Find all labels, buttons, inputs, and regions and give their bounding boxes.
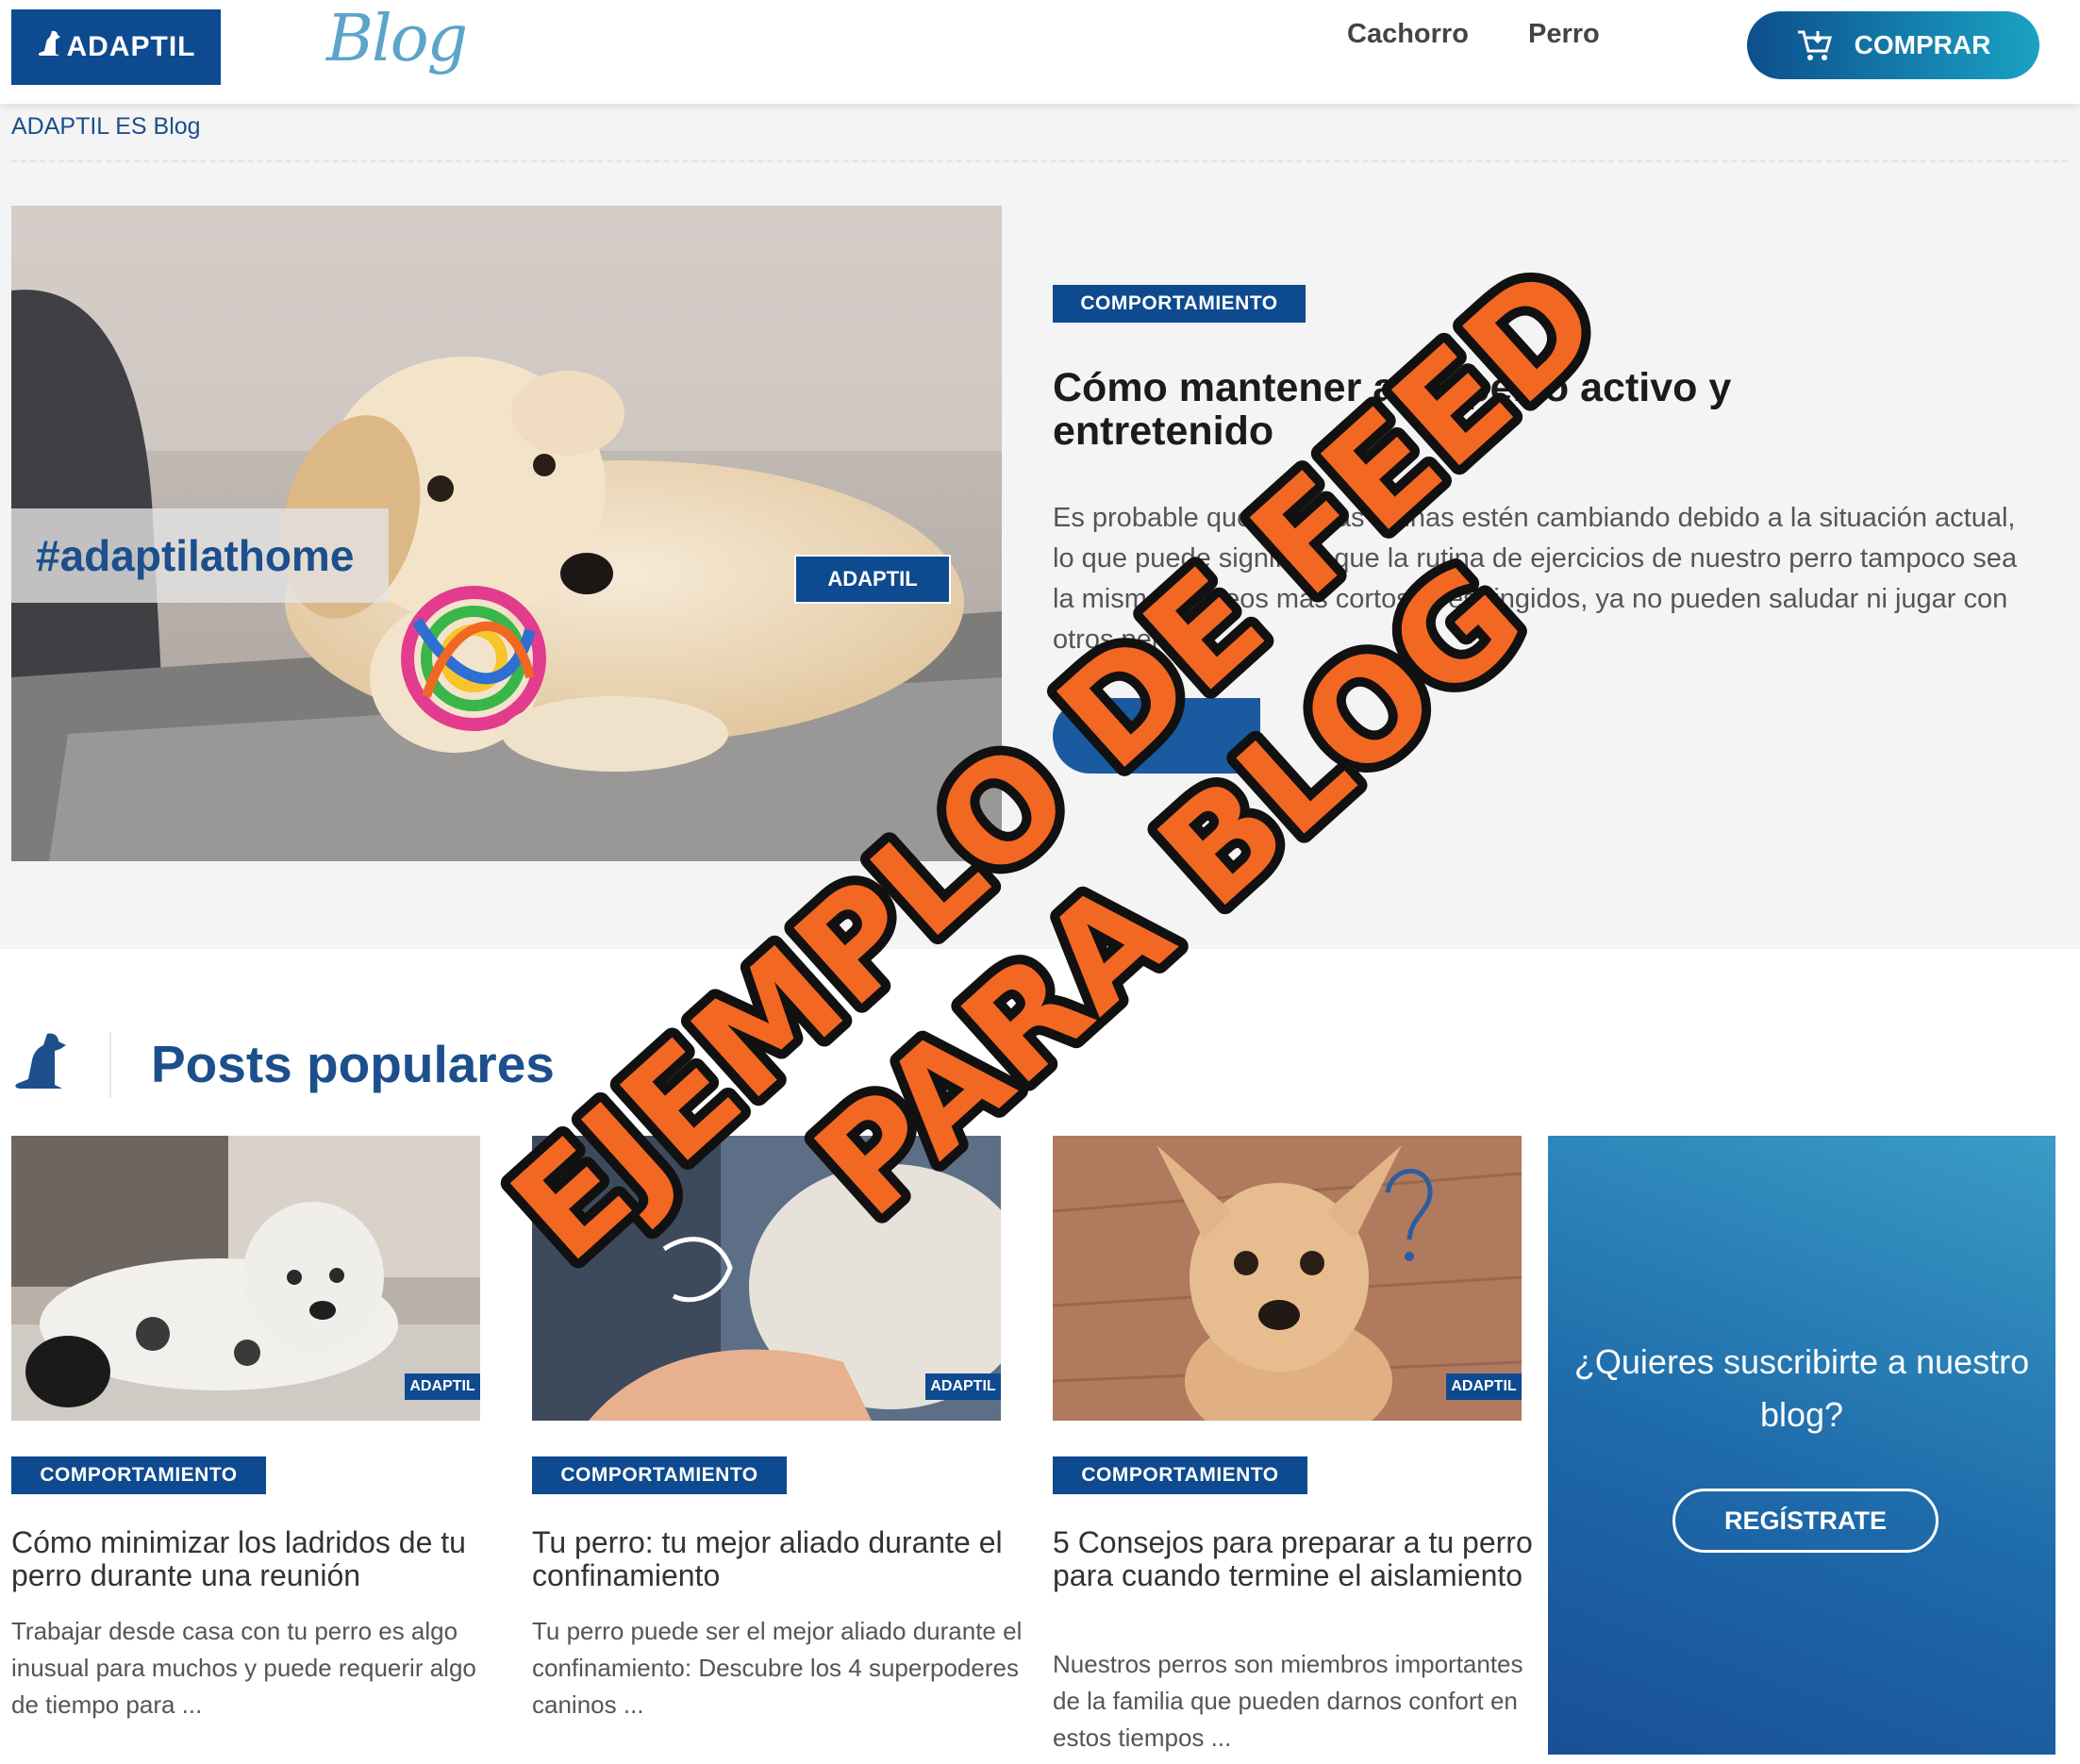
image-hashtag: #adaptilathome (11, 508, 389, 603)
buy-button-label: COMPRAR (1854, 30, 1991, 59)
sitting-dog-icon (37, 29, 61, 65)
image-logo-badge: ADAPTIL (405, 1373, 480, 1400)
nav-item-perro[interactable]: Perro (1528, 19, 1600, 50)
card-category-tag[interactable]: COMPORTAMIENTO (11, 1456, 266, 1494)
card-category-tag[interactable]: COMPORTAMIENTO (532, 1456, 787, 1494)
card-title[interactable]: 5 Consejos para preparar a tu perro para… (1053, 1526, 1534, 1592)
section-title: Posts populares (151, 1035, 555, 1093)
post-image[interactable]: ADAPTIL (532, 1136, 1001, 1421)
post-image[interactable]: ADAPTIL (1053, 1136, 1522, 1421)
buy-button[interactable]: COMPRAR (1747, 11, 2039, 79)
blog-wordmark[interactable]: Blog (326, 2, 468, 76)
hero-category-tag[interactable]: COMPORTAMIENTO (1053, 285, 1306, 323)
image-logo-badge: ADAPTIL (1446, 1373, 1522, 1400)
divider (11, 160, 2068, 162)
logo-text: ADAPTIL (66, 31, 196, 62)
sitting-dog-icon (11, 1030, 72, 1101)
card-excerpt: Nuestros perros son miembros importantes… (1053, 1650, 1523, 1752)
breadcrumb[interactable]: ADAPTIL ES Blog (11, 113, 201, 141)
image-logo-badge: ADAPTIL (925, 1373, 1001, 1400)
hero-excerpt: Es probable que nuestras rutinas estén c… (1053, 503, 2018, 655)
subscribe-panel: ¿Quieres suscribirte a nuestro blog? REG… (1548, 1136, 2055, 1755)
image-logo-badge: ADAPTIL (794, 555, 951, 604)
site-header: ADAPTIL Blog Cachorro Perro COMPRAR (0, 0, 2080, 104)
post-image[interactable]: ADAPTIL (11, 1136, 480, 1421)
adaptil-logo[interactable]: ADAPTIL (11, 9, 221, 85)
card-title[interactable]: Tu perro: tu mejor aliado durante el con… (532, 1526, 1013, 1592)
read-more-button[interactable] (1053, 698, 1260, 774)
card-title[interactable]: Cómo minimizar los ladridos de tu perro … (11, 1526, 492, 1592)
nav-item-cachorro[interactable]: Cachorro (1347, 19, 1469, 50)
cart-icon (1797, 30, 1832, 60)
card-excerpt: Tu perro puede ser el mejor aliado duran… (532, 1617, 1023, 1719)
card-category-tag[interactable]: COMPORTAMIENTO (1053, 1456, 1307, 1494)
card-excerpt: Trabajar desde casa con tu perro es algo… (11, 1617, 476, 1719)
divider (109, 1032, 111, 1098)
hero-title[interactable]: Cómo mantener a mi perro activo y entret… (1053, 366, 1902, 453)
register-button[interactable]: REGÍSTRATE (1672, 1489, 1939, 1553)
subscribe-question: ¿Quieres suscribirte a nuestro blog? (1573, 1342, 2030, 1434)
